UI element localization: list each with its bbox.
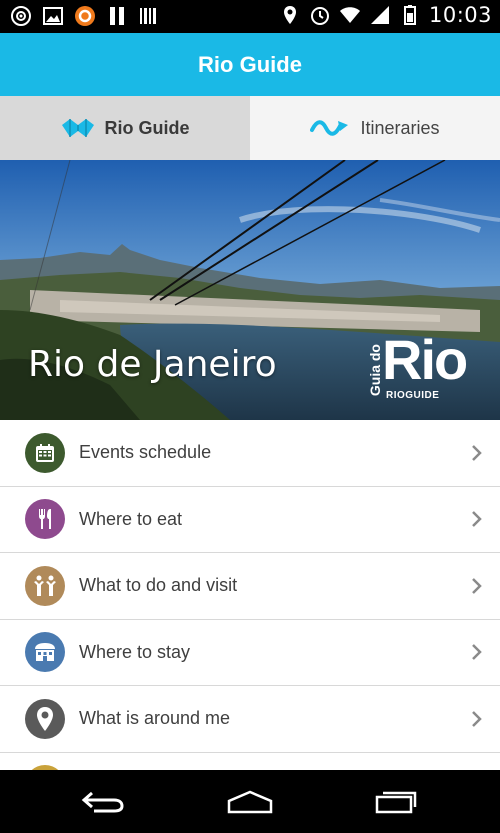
back-icon — [81, 791, 124, 813]
menu-item-label: Events schedule — [79, 442, 212, 463]
hero-city-title: Rio de Janeiro — [28, 344, 277, 385]
route-icon — [310, 120, 349, 136]
map-icon — [61, 119, 94, 137]
system-nav-bar — [0, 770, 500, 833]
cutlery-icon — [25, 499, 65, 540]
wifi-icon — [339, 7, 360, 23]
menu-item-what-to-do[interactable]: What to do and visit — [0, 553, 500, 620]
people-icon — [25, 565, 65, 606]
home-button[interactable] — [220, 784, 280, 820]
menu-item-events-schedule[interactable]: Events schedule — [0, 420, 500, 487]
logo-main-text: Rio — [382, 328, 468, 391]
chevron-right-icon — [472, 444, 482, 461]
location-icon — [283, 6, 296, 24]
calendar-icon — [25, 432, 65, 473]
tab-itineraries[interactable]: Itineraries — [250, 96, 500, 160]
pin-icon — [25, 698, 65, 739]
app-bar: Rio Guide — [0, 33, 500, 96]
status-bar-left — [10, 5, 160, 27]
menu-item-where-to-stay[interactable]: Where to stay — [0, 620, 500, 686]
signal-icon — [370, 6, 389, 24]
logo-vertical-text: Guia do — [367, 344, 383, 397]
menu-item-around-me[interactable]: What is around me — [0, 686, 500, 753]
home-icon — [227, 790, 273, 814]
menu-item-label: Where to eat — [79, 508, 183, 529]
chevron-right-icon — [472, 710, 482, 727]
hotel-icon — [25, 632, 65, 673]
back-button[interactable] — [73, 784, 133, 820]
recents-icon — [375, 791, 417, 814]
tab-label: Itineraries — [360, 117, 440, 138]
app-title: Rio Guide — [198, 51, 302, 77]
guia-do-rio-logo: Guia do Rio RIOGUIDE — [367, 330, 478, 406]
logo-sub-text: RIOGUIDE — [386, 390, 440, 401]
menu-item-label: What to do and visit — [79, 575, 238, 596]
status-bar-right: 10:03 — [279, 3, 492, 27]
avast-icon — [75, 6, 95, 26]
tab-rio-guide[interactable]: Rio Guide — [0, 96, 250, 160]
tab-label: Rio Guide — [104, 117, 190, 138]
image-icon — [43, 7, 63, 25]
battery-icon — [403, 5, 416, 25]
menu-item-partial[interactable] — [0, 753, 500, 770]
menu-item-label: Where to stay — [79, 641, 191, 662]
alarm-icon — [310, 7, 329, 25]
pause-icon — [110, 7, 124, 25]
clock: 10:03 — [428, 3, 492, 27]
chevron-right-icon — [472, 577, 482, 594]
target-icon — [11, 6, 31, 26]
hero-banner: Rio de Janeiro Guia do Rio RIOGUIDE — [0, 160, 500, 420]
chevron-right-icon — [472, 644, 482, 661]
status-bar: 10:03 — [0, 0, 500, 33]
chevron-right-icon — [472, 511, 482, 528]
menu-item-where-to-eat[interactable]: Where to eat — [0, 487, 500, 553]
barcode-icon — [140, 8, 156, 24]
menu-item-label: What is around me — [79, 708, 231, 729]
category-list: Events schedule Where to eat What to do … — [0, 420, 500, 770]
tab-bar: Rio Guide Itineraries — [0, 96, 500, 160]
recents-button[interactable] — [366, 784, 426, 820]
